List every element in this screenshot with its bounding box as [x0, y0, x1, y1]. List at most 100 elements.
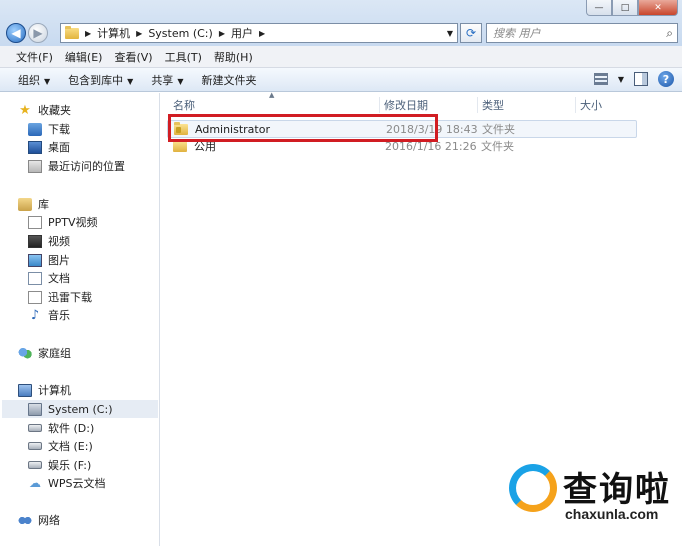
- view-options-icon[interactable]: [593, 73, 608, 85]
- nav-label: PPTV视频: [48, 216, 98, 229]
- arrow-right-icon: ▶: [33, 26, 43, 40]
- nav-drive-e[interactable]: 文档 (E:): [28, 437, 93, 455]
- nav-drive-f[interactable]: 娱乐 (F:): [28, 456, 91, 474]
- nav-label: 下载: [48, 123, 70, 136]
- menu-file[interactable]: 文件(F): [10, 49, 59, 65]
- window-controls: — □ ✕: [586, 0, 678, 16]
- chevron-right-icon: ▶: [85, 28, 92, 38]
- nav-label: 家庭组: [38, 347, 71, 360]
- share-button[interactable]: 共享 ▼: [143, 72, 193, 88]
- history-dropdown-icon[interactable]: ▼: [447, 29, 453, 38]
- library-icon: [18, 197, 32, 211]
- menu-help[interactable]: 帮助(H): [208, 49, 259, 65]
- download-library-icon: [28, 290, 42, 304]
- nav-recent-places[interactable]: 最近访问的位置: [28, 157, 125, 175]
- system-drive-icon: [28, 402, 42, 416]
- nav-computer[interactable]: 计算机: [18, 381, 71, 399]
- navigation-pane: ★ 收藏夹 下载 桌面 最近访问的位置 库 PPTV视频 视频 图片 文档 迅雷下…: [0, 93, 160, 546]
- nav-label: 迅雷下载: [48, 291, 92, 304]
- drive-icon: [28, 424, 42, 432]
- column-headers: 名称 修改日期 类型 大小: [161, 93, 682, 115]
- pptv-library-icon: [28, 215, 42, 229]
- help-icon[interactable]: ?: [658, 71, 674, 87]
- include-label: 包含到库中: [68, 73, 124, 87]
- chevron-down-icon: ▼: [177, 76, 184, 86]
- include-in-library-button[interactable]: 包含到库中 ▼: [60, 72, 143, 88]
- close-button[interactable]: ✕: [638, 0, 678, 16]
- nav-label: System (C:): [48, 402, 113, 416]
- breadcrumb-drive-c[interactable]: System (C:): [148, 27, 213, 40]
- breadcrumb-users[interactable]: 用户: [231, 25, 253, 41]
- column-name[interactable]: 名称: [169, 97, 195, 113]
- chevron-down-icon[interactable]: ▼: [618, 75, 624, 84]
- file-type: 文件夹: [482, 123, 515, 136]
- chevron-right-icon[interactable]: ▶: [136, 29, 142, 38]
- watermark-logo: [509, 464, 557, 512]
- nav-pictures[interactable]: 图片: [28, 251, 70, 269]
- search-input[interactable]: 搜索 用户 ⌕: [486, 23, 678, 43]
- new-folder-button[interactable]: 新建文件夹: [193, 72, 266, 88]
- command-bar: 组织 ▼ 包含到库中 ▼ 共享 ▼ 新建文件夹 ▼ ?: [0, 68, 682, 92]
- organize-button[interactable]: 组织 ▼: [10, 72, 60, 88]
- chevron-right-icon[interactable]: ▶: [259, 29, 265, 38]
- computer-icon: [18, 383, 32, 397]
- nav-network[interactable]: 网络: [18, 511, 60, 529]
- nav-label: 视频: [48, 235, 70, 248]
- folder-icon: [65, 25, 79, 39]
- nav-drive-c[interactable]: System (C:): [2, 400, 158, 418]
- nav-documents[interactable]: 文档: [28, 269, 70, 287]
- recent-places-icon: [28, 159, 42, 173]
- preview-pane-icon[interactable]: [634, 72, 648, 86]
- nav-label: WPS云文档: [48, 477, 106, 490]
- menu-bar: 文件(F) 编辑(E) 查看(V) 工具(T) 帮助(H): [0, 46, 682, 68]
- breadcrumb-computer[interactable]: 计算机: [97, 25, 130, 41]
- nav-label: 计算机: [38, 384, 71, 397]
- watermark: 查询啦 chaxunla.com: [505, 460, 677, 526]
- chevron-right-icon[interactable]: ▶: [219, 29, 225, 38]
- nav-label: 文档 (E:): [48, 440, 93, 453]
- drive-icon: [28, 461, 42, 469]
- watermark-url: chaxunla.com: [565, 506, 659, 522]
- nav-drive-d[interactable]: 软件 (D:): [28, 419, 94, 437]
- nav-music[interactable]: ♪ 音乐: [28, 306, 70, 324]
- organize-label: 组织: [18, 73, 40, 87]
- menu-view[interactable]: 查看(V): [108, 49, 158, 65]
- nav-label: 网络: [38, 514, 60, 527]
- search-icon[interactable]: ⌕: [666, 26, 673, 41]
- menu-tools[interactable]: 工具(T): [159, 49, 208, 65]
- column-type[interactable]: 类型: [477, 97, 504, 113]
- maximize-button[interactable]: □: [612, 0, 638, 16]
- column-size[interactable]: 大小: [575, 97, 602, 113]
- desktop-icon: [28, 140, 42, 154]
- picture-library-icon: [28, 253, 42, 267]
- nav-label: 最近访问的位置: [48, 160, 125, 173]
- video-library-icon: [28, 234, 42, 248]
- network-icon: [18, 513, 32, 527]
- download-folder-icon: [28, 122, 42, 136]
- chevron-down-icon: ▼: [127, 76, 134, 86]
- nav-label: 音乐: [48, 309, 70, 322]
- forward-button[interactable]: ▶: [28, 23, 48, 43]
- nav-pptv[interactable]: PPTV视频: [28, 213, 98, 231]
- nav-homegroup[interactable]: 家庭组: [18, 344, 71, 362]
- nav-label: 娱乐 (F:): [48, 459, 92, 472]
- nav-downloads[interactable]: 下载: [28, 120, 70, 138]
- title-bar: — □ ✕ ◀ ▶ ▶ 计算机 ▶ System (C:) ▶ 用户 ▶ ▼ ⟳…: [0, 0, 682, 46]
- nav-videos[interactable]: 视频: [28, 232, 70, 250]
- nav-xunlei[interactable]: 迅雷下载: [28, 288, 92, 306]
- address-bar[interactable]: ▶ 计算机 ▶ System (C:) ▶ 用户 ▶ ▼: [60, 23, 458, 43]
- star-icon: ★: [19, 102, 31, 118]
- back-button[interactable]: ◀: [6, 23, 26, 43]
- menu-edit[interactable]: 编辑(E): [59, 49, 109, 65]
- nav-label: 桌面: [48, 141, 70, 154]
- refresh-button[interactable]: ⟳: [460, 23, 482, 43]
- nav-desktop[interactable]: 桌面: [28, 138, 70, 156]
- refresh-icon: ⟳: [465, 26, 477, 40]
- column-modified[interactable]: 修改日期: [379, 97, 428, 113]
- nav-favorites[interactable]: ★ 收藏夹: [18, 101, 71, 119]
- nav-wps-cloud[interactable]: ☁ WPS云文档: [28, 474, 106, 492]
- minimize-button[interactable]: —: [586, 0, 612, 16]
- arrow-left-icon: ◀: [11, 26, 21, 40]
- nav-libraries[interactable]: 库: [18, 195, 49, 213]
- nav-label: 收藏夹: [38, 104, 71, 117]
